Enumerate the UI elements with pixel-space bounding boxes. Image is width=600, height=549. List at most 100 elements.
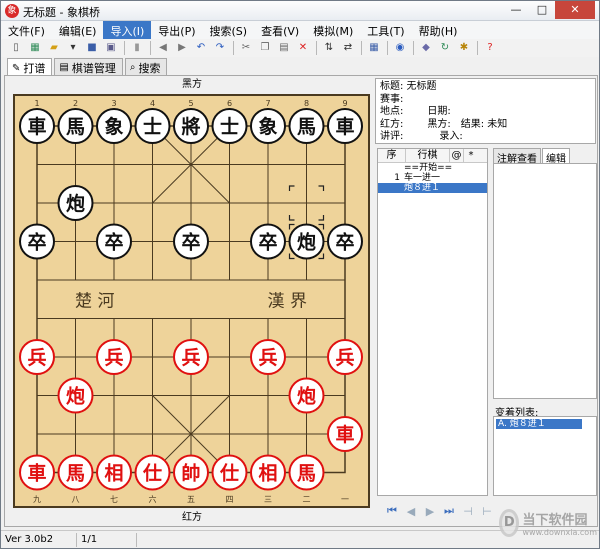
save-as-icon[interactable]: ▣ <box>102 40 120 56</box>
annotation-panel: 注解查看 编辑 变着列表: A. 炮８进１ <box>493 148 597 496</box>
black-piece[interactable]: 卒 <box>327 223 363 260</box>
chess-board[interactable]: 楚 河漢 界123456789九八七六五四三二一車馬象士將士象馬車炮卒卒卒卒炮卒… <box>13 94 370 508</box>
black-piece[interactable]: 卒 <box>96 223 132 260</box>
black-piece[interactable]: 馬 <box>57 108 94 144</box>
file-number-top: 6 <box>227 99 232 108</box>
red-piece[interactable]: 兵 <box>250 339 286 375</box>
red-piece[interactable]: 車 <box>19 454 55 491</box>
black-piece[interactable]: 炮 <box>57 185 94 221</box>
menu-export[interactable]: 导出(P) <box>151 21 202 39</box>
move-row-selected[interactable]: 炮８进１ <box>378 183 487 193</box>
watermark-title: 当下软件园 <box>522 513 588 528</box>
board-icon[interactable]: ▦ <box>26 40 44 56</box>
move-row[interactable]: 1 车一进一 <box>378 173 487 183</box>
info-recorder: 录入: <box>439 131 463 142</box>
menu-import[interactable]: 导入(I) <box>103 21 152 39</box>
variation-prev-button[interactable]: ⊣ <box>461 505 475 518</box>
menu-file[interactable]: 文件(F) <box>1 21 52 39</box>
black-piece[interactable]: 卒 <box>19 223 55 260</box>
settings-icon[interactable]: ✱ <box>455 40 473 56</box>
watermark-logo: D <box>499 509 520 537</box>
black-piece[interactable]: 象 <box>96 108 132 144</box>
tab-edit-annotation[interactable]: 编辑 <box>542 148 570 165</box>
black-piece[interactable]: 車 <box>327 108 363 144</box>
svg-text:相: 相 <box>104 463 123 485</box>
red-piece[interactable]: 兵 <box>19 339 55 375</box>
delete-icon[interactable]: ▮ <box>128 40 146 56</box>
red-piece[interactable]: 仕 <box>134 454 171 491</box>
info-date: 日期: <box>427 106 451 117</box>
red-piece[interactable]: 炮 <box>57 377 94 414</box>
close-button[interactable]: ✕ <box>555 1 595 19</box>
layout-icon[interactable]: ▦ <box>365 40 383 56</box>
black-piece[interactable]: 將 <box>173 108 209 144</box>
copy-icon[interactable]: ❐ <box>256 40 274 56</box>
clear-icon[interactable]: ✕ <box>294 40 312 56</box>
undo-icon[interactable]: ↶ <box>192 40 210 56</box>
maximize-button[interactable]: □ <box>529 1 555 19</box>
menu-tools[interactable]: 工具(T) <box>360 21 411 39</box>
menu-help[interactable]: 帮助(H) <box>412 21 465 39</box>
prev-move-button[interactable]: ◀ <box>404 505 418 518</box>
red-piece[interactable]: 相 <box>250 454 286 491</box>
black-piece[interactable]: 卒 <box>173 223 209 260</box>
tab-search[interactable]: ⌕ 搜索 <box>124 58 168 75</box>
black-piece[interactable]: 卒 <box>250 223 286 260</box>
tab-view-annotation[interactable]: 注解查看 <box>493 148 541 165</box>
red-piece[interactable]: 馬 <box>288 454 325 491</box>
svg-text:車: 車 <box>27 462 46 485</box>
cut-icon[interactable]: ✂ <box>237 40 255 56</box>
red-piece[interactable]: 兵 <box>173 339 209 375</box>
next-move-button[interactable]: ▶ <box>423 505 437 518</box>
refresh-icon[interactable]: ↻ <box>436 40 454 56</box>
red-piece[interactable]: 車 <box>327 416 363 452</box>
swap-icon[interactable]: ⇄ <box>339 40 357 56</box>
minimize-button[interactable]: — <box>503 1 529 19</box>
new-icon[interactable]: ▯ <box>7 40 25 56</box>
svg-text:仕: 仕 <box>142 462 162 485</box>
annotation-text[interactable] <box>493 163 597 399</box>
red-piece[interactable]: 相 <box>96 454 132 491</box>
tab-record[interactable]: ✎ 打谱 <box>7 58 53 76</box>
variation-item[interactable]: A. 炮８进１ <box>496 419 582 429</box>
red-piece[interactable]: 帥 <box>173 454 209 491</box>
open-icon[interactable]: ▰ <box>45 40 63 56</box>
file-number-bottom: 四 <box>226 495 234 504</box>
variations-list[interactable]: A. 炮８进１ <box>493 416 597 496</box>
file-number-top: 9 <box>342 99 347 108</box>
black-piece[interactable]: 車 <box>19 108 55 144</box>
black-piece[interactable]: 炮 <box>288 223 325 260</box>
back-icon[interactable]: ◀ <box>154 40 172 56</box>
red-piece[interactable]: 馬 <box>57 454 94 491</box>
black-piece[interactable]: 象 <box>250 108 286 144</box>
tag-icon[interactable]: ◆ <box>417 40 435 56</box>
move-list[interactable]: 序 行棋 @ * ==开始== 1 车一进一 炮８进１ <box>377 148 488 496</box>
black-piece[interactable]: 馬 <box>288 108 325 144</box>
save-icon[interactable]: ■ <box>83 40 101 56</box>
play-icon[interactable]: ◉ <box>391 40 409 56</box>
red-piece[interactable]: 仕 <box>211 454 248 491</box>
forward-icon[interactable]: ▶ <box>173 40 191 56</box>
toolbar-separator <box>233 41 234 55</box>
paste-icon[interactable]: ▤ <box>275 40 293 56</box>
move-row[interactable]: ==开始== <box>378 163 487 173</box>
red-piece[interactable]: 炮 <box>288 377 325 414</box>
sort-icon[interactable]: ⇅ <box>320 40 338 56</box>
info-place: 地点: <box>380 106 404 117</box>
menu-view[interactable]: 查看(V) <box>254 21 306 39</box>
menu-simulate[interactable]: 模拟(M) <box>306 21 360 39</box>
red-piece[interactable]: 兵 <box>327 339 363 375</box>
variation-next-button[interactable]: ⊢ <box>480 505 494 518</box>
menu-search[interactable]: 搜索(S) <box>203 21 255 39</box>
dropdown-icon[interactable]: ▾ <box>64 40 82 56</box>
menu-edit[interactable]: 编辑(E) <box>52 21 104 39</box>
redo-icon[interactable]: ↷ <box>211 40 229 56</box>
black-piece[interactable]: 士 <box>211 108 248 144</box>
last-move-button[interactable]: ⏭ <box>442 504 456 518</box>
info-commentator: 讲评: <box>380 131 404 142</box>
first-move-button[interactable]: ⏮ <box>385 504 399 518</box>
help-icon[interactable]: ? <box>481 40 499 56</box>
tab-game-manager[interactable]: ▤ 棋谱管理 <box>54 58 123 75</box>
red-piece[interactable]: 兵 <box>96 339 132 375</box>
black-piece[interactable]: 士 <box>134 108 171 144</box>
